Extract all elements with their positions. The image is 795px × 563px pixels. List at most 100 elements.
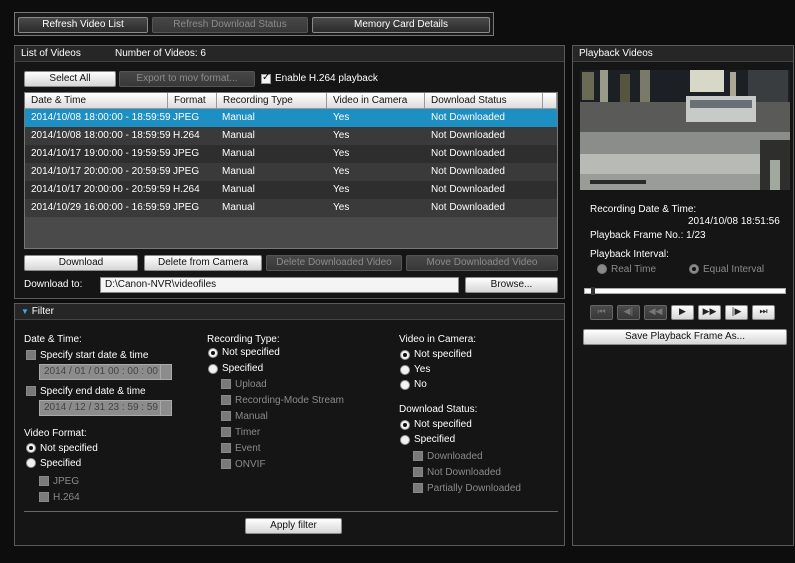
not-downloaded-label: Not Downloaded xyxy=(427,467,501,478)
dlstatus-specified-label: Specified xyxy=(414,434,456,445)
onvif-label: ONVIF xyxy=(235,459,266,470)
download-button[interactable]: Download xyxy=(24,255,138,271)
delete-from-camera-button[interactable]: Delete from Camera xyxy=(144,255,262,271)
cell-download-status: Not Downloaded xyxy=(431,202,505,213)
export-mov-button[interactable]: Export to mov format... xyxy=(119,71,255,87)
timer-label: Timer xyxy=(235,427,261,438)
apply-filter-button[interactable]: Apply filter xyxy=(245,518,342,534)
playback-interval-label: Playback Interval: xyxy=(590,249,669,260)
recording-type-label: Recording Type: xyxy=(207,334,280,345)
format-specified-radio[interactable] xyxy=(26,458,36,468)
delete-downloaded-button[interactable]: Delete Downloaded Video xyxy=(266,255,402,271)
rectype-specified-label: Specified xyxy=(222,363,264,374)
camera-no-label: No xyxy=(414,379,427,390)
column-header-download-status[interactable]: Download Status xyxy=(425,93,543,109)
end-datetime-field[interactable]: 2014 / 12 / 31 23 : 59 : 59 xyxy=(39,400,161,416)
table-row[interactable]: 2014/10/17 19:00:00 - 19:59:59 JPEG Manual… xyxy=(25,145,557,163)
table-row[interactable]: 2014/10/17 20:00:00 - 20:59:59 JPEG Manual… xyxy=(25,163,557,181)
table-row[interactable]: 2014/10/17 20:00:00 - 20:59:59 H.264 Manua… xyxy=(25,181,557,199)
h264-checkbox[interactable] xyxy=(39,492,49,502)
dlstatus-not-specified-radio[interactable] xyxy=(400,420,410,430)
refresh-download-status-button[interactable]: Refresh Download Status xyxy=(152,17,308,33)
specify-end-checkbox[interactable] xyxy=(26,386,36,396)
recording-mode-stream-checkbox[interactable] xyxy=(221,395,231,405)
onvif-checkbox[interactable] xyxy=(221,459,231,469)
format-not-specified-radio[interactable] xyxy=(26,443,36,453)
download-path-field[interactable]: D:\Canon-NVR\videofiles xyxy=(100,277,459,293)
cell-format: JPEG xyxy=(173,112,200,123)
upload-checkbox[interactable] xyxy=(221,379,231,389)
specify-start-checkbox[interactable] xyxy=(26,350,36,360)
cell-format: H.264 xyxy=(173,130,200,141)
start-spinner[interactable] xyxy=(160,364,172,380)
video-table: Date & Time Format Recording Type Video … xyxy=(24,92,558,249)
event-checkbox[interactable] xyxy=(221,443,231,453)
column-header-video-in-camera[interactable]: Video in Camera xyxy=(327,93,425,109)
refresh-video-list-button[interactable]: Refresh Video List xyxy=(18,17,148,33)
table-row[interactable]: 2014/10/08 18:00:00 - 18:59:59 H.264 Manua… xyxy=(25,127,557,145)
playback-header: Playback Videos xyxy=(573,46,793,62)
cell-date: 2014/10/08 18:00:00 - 18:59:59 xyxy=(31,112,171,123)
recording-datetime-label: Recording Date & Time: xyxy=(590,204,697,215)
memory-card-details-button[interactable]: Memory Card Details xyxy=(312,17,490,33)
cell-date: 2014/10/17 20:00:00 - 20:59:59 xyxy=(31,184,171,195)
video-list-header: List of Videos Number of Videos: 6 xyxy=(15,46,564,62)
video-format-label: Video Format: xyxy=(24,428,87,439)
cell-recording-type: Manual xyxy=(222,130,255,141)
cell-format: JPEG xyxy=(173,202,200,213)
not-downloaded-checkbox[interactable] xyxy=(413,467,423,477)
rewind-icon[interactable]: ◀◀ xyxy=(644,305,667,320)
camera-not-specified-radio[interactable] xyxy=(400,350,410,360)
rectype-not-specified-label: Not specified xyxy=(222,347,280,358)
equal-interval-radio[interactable] xyxy=(689,264,699,274)
format-not-specified-label: Not specified xyxy=(40,443,98,454)
table-row[interactable]: 2014/10/29 16:00:00 - 16:59:59 JPEG Manual… xyxy=(25,199,557,217)
real-time-radio[interactable] xyxy=(597,264,607,274)
manual-checkbox[interactable] xyxy=(221,411,231,421)
save-frame-button[interactable]: Save Playback Frame As... xyxy=(583,329,787,345)
camera-yes-radio[interactable] xyxy=(400,365,410,375)
step-forward-icon[interactable]: |▶ xyxy=(725,305,748,320)
select-all-button[interactable]: Select All xyxy=(24,71,116,87)
cell-date: 2014/10/08 18:00:00 - 18:59:59 xyxy=(31,130,171,141)
cell-recording-type: Manual xyxy=(222,166,255,177)
step-back-icon[interactable]: ◀| xyxy=(617,305,640,320)
first-frame-icon[interactable]: ⏮ xyxy=(590,305,613,320)
cell-download-status: Not Downloaded xyxy=(431,112,505,123)
browse-button[interactable]: Browse... xyxy=(465,277,558,293)
last-frame-icon[interactable]: ⏭ xyxy=(752,305,775,320)
cell-video-in-camera: Yes xyxy=(333,130,350,141)
column-header-recording-type[interactable]: Recording Type xyxy=(217,93,327,109)
start-datetime-field[interactable]: 2014 / 01 / 01 00 : 00 : 00 xyxy=(39,364,161,380)
rectype-specified-radio[interactable] xyxy=(208,364,218,374)
rectype-not-specified-radio[interactable] xyxy=(208,348,218,358)
enable-h264-checkbox[interactable] xyxy=(261,72,271,84)
recording-datetime-value: 2014/10/08 18:51:56 xyxy=(688,216,780,227)
cell-recording-type: Manual xyxy=(222,112,255,123)
cell-video-in-camera: Yes xyxy=(333,166,350,177)
table-row[interactable]: 2014/10/08 18:00:00 - 18:59:59 JPEG Manual… xyxy=(25,109,557,127)
dlstatus-specified-radio[interactable] xyxy=(400,435,410,445)
fast-forward-icon[interactable]: ▶▶ xyxy=(698,305,721,320)
cell-recording-type: Manual xyxy=(222,148,255,159)
cell-video-in-camera: Yes xyxy=(333,202,350,213)
downloaded-checkbox[interactable] xyxy=(413,451,423,461)
camera-no-radio[interactable] xyxy=(400,380,410,390)
downloaded-label: Downloaded xyxy=(427,451,483,462)
jpeg-checkbox[interactable] xyxy=(39,476,49,486)
cell-format: JPEG xyxy=(173,148,200,159)
filter-header[interactable]: ▼ Filter xyxy=(15,304,564,320)
play-icon[interactable]: ▶ xyxy=(671,305,694,320)
move-downloaded-button[interactable]: Move Downloaded Video xyxy=(406,255,558,271)
slider-thumb[interactable] xyxy=(590,287,595,295)
collapse-icon[interactable]: ▼ xyxy=(21,307,29,316)
cell-date: 2014/10/17 19:00:00 - 19:59:59 xyxy=(31,148,171,159)
specify-end-label: Specify end date & time xyxy=(40,386,146,397)
end-spinner[interactable] xyxy=(160,400,172,416)
column-header-date[interactable]: Date & Time xyxy=(25,93,168,109)
column-header-format[interactable]: Format xyxy=(168,93,217,109)
column-header-filler xyxy=(543,93,557,109)
partially-downloaded-checkbox[interactable] xyxy=(413,483,423,493)
timer-checkbox[interactable] xyxy=(221,427,231,437)
playback-slider[interactable] xyxy=(584,287,786,295)
